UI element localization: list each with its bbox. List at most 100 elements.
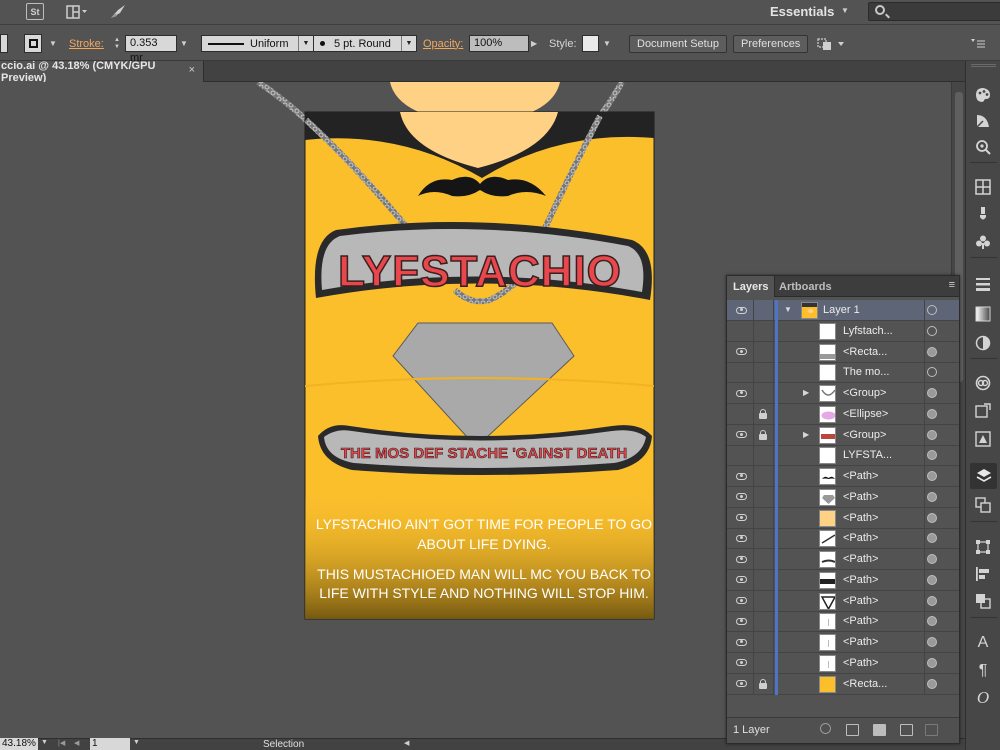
color-guide-icon[interactable] [973, 111, 993, 131]
lock-toggle[interactable] [757, 408, 769, 421]
graphic-styles-icon[interactable] [973, 429, 993, 449]
tab-artboards[interactable]: Artboards [773, 276, 838, 297]
tab-layers[interactable]: Layers [727, 276, 776, 297]
visibility-toggle[interactable] [733, 303, 750, 317]
layer-item-row[interactable]: <Path> [727, 611, 959, 633]
gradient-icon[interactable] [973, 304, 993, 324]
layer-name[interactable]: <Path> [843, 611, 878, 632]
layer-item-row[interactable]: ▶ <Group> [727, 424, 959, 446]
lock-toggle[interactable] [757, 449, 769, 462]
character-icon[interactable]: A [973, 633, 993, 653]
lock-toggle[interactable] [757, 657, 769, 670]
lock-toggle[interactable] [757, 387, 769, 400]
layer-item-row[interactable]: ▶ <Group> [727, 383, 959, 404]
dock-grip[interactable] [971, 64, 996, 67]
lock-toggle[interactable] [757, 366, 769, 379]
layer-row[interactable]: ▼ Layer 1 [727, 300, 959, 321]
previous-artboard-icon[interactable]: ◀ [74, 739, 79, 747]
layer-item-row[interactable]: <Path> [727, 507, 959, 529]
create-new-layer-icon[interactable] [900, 724, 913, 736]
lock-toggle[interactable] [757, 615, 769, 628]
opacity-label[interactable]: Opacity: [423, 34, 463, 53]
chevron-down-icon[interactable]: ▼ [41, 739, 48, 746]
layer-name[interactable]: The mo... [843, 362, 889, 383]
visibility-toggle[interactable] [733, 386, 750, 400]
visibility-toggle[interactable] [733, 531, 750, 545]
layer-item-row[interactable]: <Path> [727, 528, 959, 550]
visibility-toggle[interactable] [733, 677, 750, 691]
visibility-toggle[interactable] [733, 469, 750, 483]
target-icon[interactable] [927, 429, 937, 440]
make-clipping-mask-icon[interactable] [846, 724, 859, 736]
lock-toggle[interactable] [757, 491, 769, 504]
variable-width-profile-dropdown[interactable]: Uniform ▼ [201, 35, 314, 52]
poster-tagline[interactable]: THE MOS DEF STACHE 'GAINST DEATH [341, 445, 628, 463]
first-artboard-icon[interactable]: |◀ [58, 739, 65, 747]
layer-name[interactable]: <Recta... [843, 674, 887, 695]
visibility-toggle[interactable] [733, 345, 750, 359]
target-icon[interactable] [927, 657, 937, 668]
stroke-weight-input[interactable]: 0.353 mr [125, 35, 177, 64]
visibility-toggle[interactable] [733, 594, 750, 608]
layer-name[interactable]: Lyfstach... [843, 321, 893, 342]
lock-toggle[interactable] [757, 532, 769, 545]
visibility-toggle[interactable] [733, 324, 750, 338]
body-line-4[interactable]: LIFE WITH STYLE AND NOTHING WILL STOP HI… [319, 585, 649, 601]
layer-item-row[interactable]: <Path> [727, 549, 959, 570]
layer-name[interactable]: <Path> [843, 466, 878, 487]
layer-name[interactable]: <Path> [843, 632, 878, 653]
body-line-3[interactable]: THIS MUSTACHIOED MAN WILL MC YOU BACK TO [317, 566, 651, 582]
workspace-switcher[interactable]: Essentials [770, 4, 834, 19]
layer-item-row[interactable]: <Path> [727, 590, 959, 612]
target-icon[interactable] [927, 616, 937, 627]
layer-item-row[interactable]: <Path> [727, 632, 959, 653]
recolor-icon[interactable] [973, 137, 993, 157]
body-line-2[interactable]: ABOUT LIFE DYING. [417, 536, 551, 552]
target-icon[interactable] [927, 471, 937, 481]
fill-swatch[interactable] [0, 34, 8, 53]
layer-name[interactable]: <Group> [843, 425, 886, 446]
opentype-icon[interactable]: O [973, 688, 993, 708]
target-icon[interactable] [927, 533, 937, 544]
stroke-stepper[interactable]: ▲ ▼ [110, 34, 124, 53]
layer-item-row[interactable]: <Path> [727, 486, 959, 508]
target-icon[interactable] [927, 491, 937, 502]
close-icon[interactable]: × [189, 64, 195, 76]
zoom-input[interactable]: 43.18% [0, 738, 38, 750]
disclosure-triangle-icon[interactable]: ▶ [803, 388, 809, 397]
chevron-down-icon[interactable]: ▼ [47, 34, 59, 53]
layer-item-row[interactable]: <Path> [727, 569, 959, 591]
visibility-toggle[interactable] [733, 428, 750, 442]
visibility-toggle[interactable] [733, 635, 750, 649]
target-icon[interactable] [927, 367, 937, 378]
image-trace-icon[interactable] [973, 401, 993, 421]
delete-layer-icon[interactable] [925, 724, 938, 736]
chevron-right-icon[interactable]: ▶ [531, 34, 537, 53]
opacity-input[interactable]: 100% [469, 35, 529, 52]
visibility-toggle[interactable] [733, 407, 750, 421]
visibility-toggle[interactable] [733, 656, 750, 670]
target-icon[interactable] [927, 512, 937, 523]
arrange-documents-icon[interactable] [66, 3, 88, 20]
layer-name[interactable]: <Path> [843, 487, 878, 508]
pathfinder-icon[interactable] [973, 591, 993, 611]
layer-item-row[interactable]: LYFSTA... [727, 445, 959, 467]
stroke-icon[interactable] [973, 274, 993, 294]
layer-item-row[interactable]: <Path> [727, 466, 959, 487]
layer-item-row[interactable]: <Recta... [727, 341, 959, 363]
lock-toggle[interactable] [757, 304, 769, 317]
visibility-toggle[interactable] [733, 614, 750, 628]
layer-name[interactable]: <Path> [843, 591, 878, 612]
target-icon[interactable] [927, 637, 937, 647]
layer-name[interactable]: <Path> [843, 570, 878, 591]
disclosure-triangle-icon[interactable]: ▶ [803, 430, 809, 439]
transparency-icon[interactable] [973, 333, 993, 353]
visibility-toggle[interactable] [733, 365, 750, 379]
lock-toggle[interactable] [757, 325, 769, 338]
layer-name[interactable]: Layer 1 [823, 300, 860, 321]
search-input[interactable] [868, 2, 1000, 21]
color-icon[interactable] [973, 85, 993, 105]
body-line-1[interactable]: LYFSTACHIO AIN'T GOT TIME FOR PEOPLE TO … [316, 516, 652, 532]
lock-toggle[interactable] [757, 429, 769, 442]
layer-name[interactable]: <Path> [843, 549, 878, 570]
